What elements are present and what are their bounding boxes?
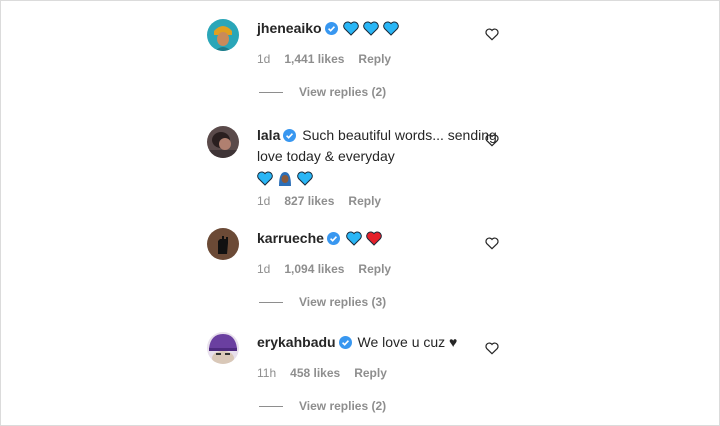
comment-body: jheneaiko	[257, 19, 497, 41]
view-replies-label: View replies (2)	[299, 399, 387, 413]
comment-body: lala Such beautiful words... sending lov…	[257, 126, 497, 191]
blue-heart-icon	[383, 21, 400, 36]
emoji-group	[346, 231, 382, 251]
comment-meta: 1d 1,094 likes Reply	[257, 262, 405, 276]
blue-heart-icon	[343, 21, 360, 36]
verified-badge-icon	[324, 21, 338, 40]
username[interactable]: erykahbadu	[257, 334, 336, 350]
likes-count[interactable]: 1,094 likes	[284, 262, 344, 276]
likes-count[interactable]: 1,441 likes	[284, 52, 344, 66]
username[interactable]: lala	[257, 127, 280, 143]
likes-count[interactable]: 458 likes	[290, 366, 340, 380]
username[interactable]: karrueche	[257, 230, 324, 246]
divider-line	[259, 302, 283, 304]
divider-line	[259, 92, 283, 94]
view-replies-button[interactable]: View replies (2)	[259, 399, 386, 413]
blue-heart-icon	[363, 21, 380, 36]
like-heart-icon[interactable]	[485, 134, 499, 148]
like-heart-icon[interactable]	[485, 237, 499, 251]
comment-body: erykahbadu We love u cuz ♥	[257, 333, 497, 354]
view-replies-button[interactable]: View replies (2)	[259, 85, 386, 99]
timestamp[interactable]: 1d	[257, 194, 270, 208]
emoji-group	[343, 21, 400, 41]
like-heart-icon[interactable]	[485, 28, 499, 42]
view-replies-label: View replies (2)	[299, 85, 387, 99]
reply-button[interactable]: Reply	[354, 366, 387, 380]
comment-meta: 11h 458 likes Reply	[257, 366, 401, 380]
timestamp[interactable]: 1d	[257, 262, 270, 276]
woman-with-headscarf-icon	[278, 172, 291, 186]
avatar[interactable]	[207, 228, 239, 260]
avatar[interactable]	[207, 19, 239, 51]
username[interactable]: jheneaiko	[257, 20, 322, 36]
red-heart-icon	[365, 231, 382, 246]
blue-heart-icon	[297, 171, 313, 186]
likes-count[interactable]: 827 likes	[284, 194, 334, 208]
reply-button[interactable]: Reply	[348, 194, 381, 208]
timestamp[interactable]: 1d	[257, 52, 270, 66]
avatar[interactable]	[207, 332, 239, 364]
comment-meta: 1d 827 likes Reply	[257, 194, 395, 208]
view-replies-button[interactable]: View replies (3)	[259, 295, 386, 309]
comment-body: karrueche	[257, 229, 497, 251]
verified-badge-icon	[283, 128, 297, 147]
view-replies-label: View replies (3)	[299, 295, 387, 309]
like-heart-icon[interactable]	[485, 342, 499, 356]
avatar[interactable]	[207, 126, 239, 158]
blue-heart-icon	[257, 171, 273, 186]
verified-badge-icon	[326, 231, 340, 250]
comment-text: We love u cuz ♥	[357, 334, 458, 350]
emoji-group	[257, 170, 497, 191]
blue-heart-icon	[346, 231, 362, 246]
comment-meta: 1d 1,441 likes Reply	[257, 52, 405, 66]
verified-badge-icon	[338, 335, 352, 354]
timestamp[interactable]: 11h	[257, 366, 276, 380]
reply-button[interactable]: Reply	[358, 52, 391, 66]
divider-line	[259, 406, 283, 408]
reply-button[interactable]: Reply	[358, 262, 391, 276]
